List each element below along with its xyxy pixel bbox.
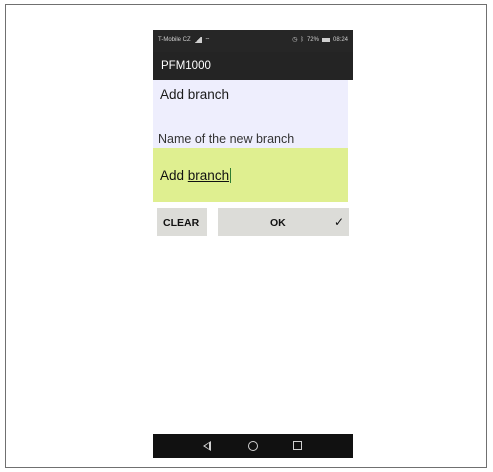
bluetooth-icon: ᛒ (300, 36, 304, 43)
branch-name-input[interactable]: Add branch (153, 148, 348, 202)
wifi-icon: ⌔ (204, 38, 211, 44)
ok-button[interactable]: OK ✓ (218, 208, 349, 236)
home-icon[interactable] (248, 438, 258, 451)
carrier-label: T-Mobile CZ (158, 37, 191, 43)
dialog-prompt-area: Name of the new branch (153, 114, 348, 148)
app-title: PFM1000 (161, 60, 211, 72)
text-cursor (230, 168, 232, 183)
back-icon[interactable] (203, 438, 211, 451)
status-bar: T-Mobile CZ ⌔ ◷ ᛒ 72% 08:24 (153, 30, 353, 52)
clock: 08:24 (332, 36, 348, 43)
alarm-icon: ◷ (292, 37, 298, 43)
signal-icon (193, 37, 202, 43)
battery-percent: 72% (306, 36, 319, 43)
clear-button[interactable]: CLEAR (157, 208, 207, 236)
app-title-bar: PFM1000 (153, 52, 353, 80)
dialog-header: Add branch (153, 80, 348, 114)
branch-name-value[interactable]: Add branch (160, 168, 232, 183)
ok-button-label: OK (270, 217, 286, 229)
recents-icon[interactable] (293, 438, 302, 450)
dialog-title: Add branch (160, 87, 230, 102)
input-word-1: Add (160, 168, 185, 183)
clear-button-label: CLEAR (163, 217, 200, 229)
battery-icon (321, 37, 330, 42)
status-left: T-Mobile CZ ⌔ (158, 36, 210, 44)
status-right: ◷ ᛒ 72% 08:24 (292, 36, 348, 44)
phone-screen: T-Mobile CZ ⌔ ◷ ᛒ 72% 08:24 PFM1000 Add … (153, 30, 353, 458)
check-icon: ✓ (333, 215, 344, 229)
dialog-prompt: Name of the new branch (158, 132, 295, 146)
input-word-2: branch (187, 168, 230, 183)
navigation-bar (153, 434, 353, 458)
